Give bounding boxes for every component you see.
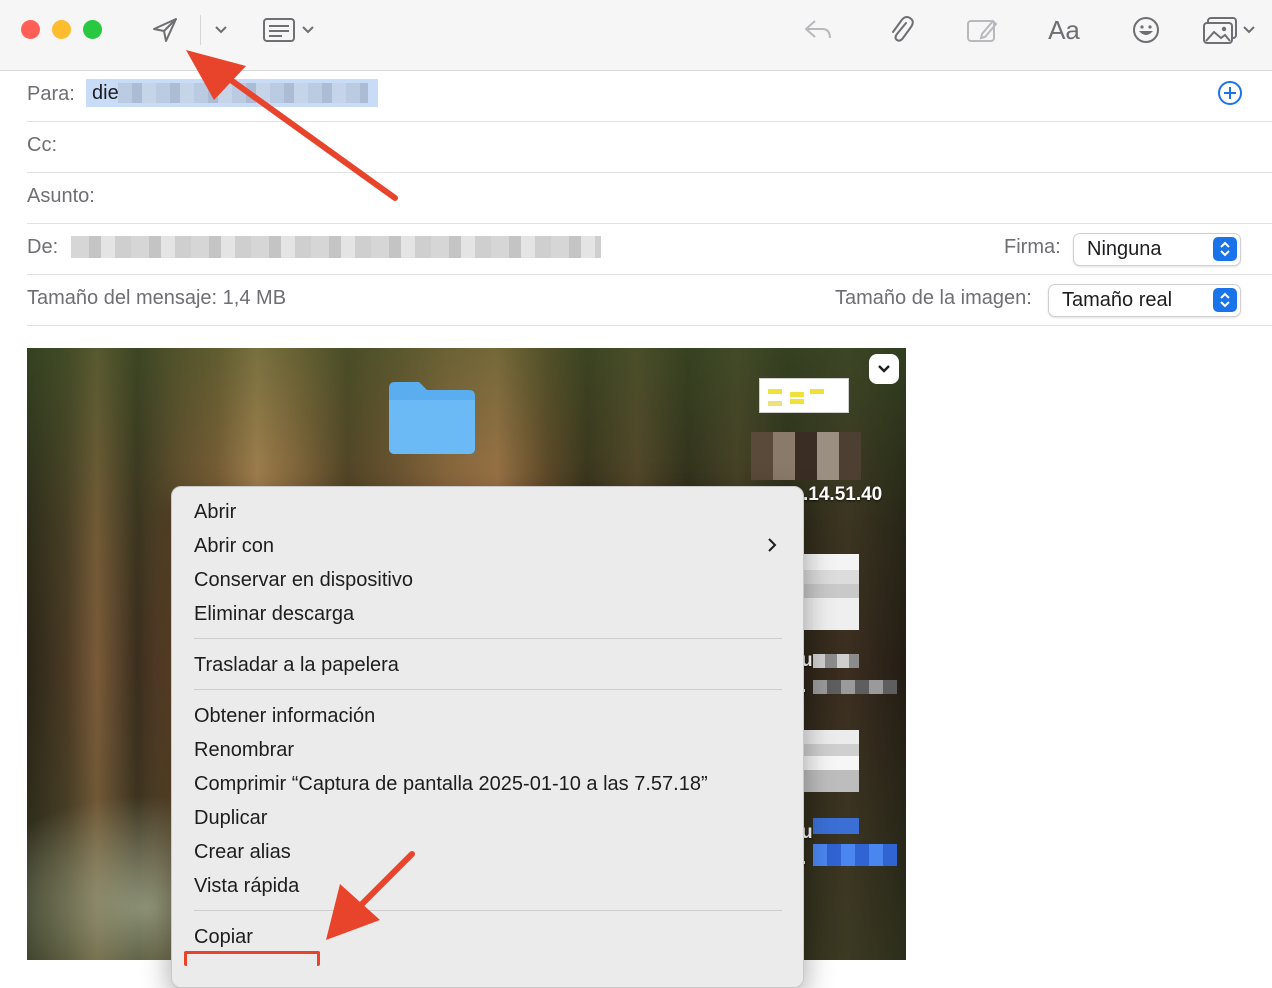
redacted-thumbnail — [803, 554, 859, 630]
redacted-email — [118, 83, 368, 103]
redacted-file-label — [751, 432, 861, 480]
menu-item-open[interactable]: Abrir — [194, 501, 236, 524]
signature-label: Firma: — [1004, 236, 1061, 258]
reply-button[interactable] — [800, 12, 836, 48]
photo-browser-button[interactable] — [1200, 12, 1258, 48]
image-size-label: Tamaño de la imagen: — [835, 287, 1032, 309]
select-stepper-icon — [1213, 237, 1237, 261]
minimize-window-button[interactable] — [52, 20, 71, 39]
emoji-icon — [1133, 17, 1159, 43]
menu-item-make-alias[interactable]: Crear alias — [194, 841, 291, 864]
recipient-text: die — [92, 82, 119, 104]
close-window-button[interactable] — [21, 20, 40, 39]
menu-separator — [194, 689, 782, 690]
header-fields-button[interactable] — [262, 12, 318, 48]
signature-select[interactable]: Ninguna — [1073, 233, 1241, 266]
desktop-file-time: .14.51.40 — [803, 484, 883, 505]
menu-item-get-info[interactable]: Obtener información — [194, 705, 375, 728]
menu-item-compress[interactable]: Comprimir “Captura de pantalla 2025-01-1… — [194, 773, 708, 796]
markup-button[interactable] — [964, 12, 1000, 48]
to-field-row: Para: die — [27, 70, 1272, 122]
markup-icon — [967, 19, 998, 42]
reply-icon — [805, 20, 831, 39]
message-size-value: 1,4 MB — [222, 287, 287, 309]
folder-icon — [389, 382, 475, 454]
send-options-button[interactable] — [210, 12, 232, 48]
from-label: De: — [27, 236, 59, 258]
context-menu: Abrir Abrir con Conservar en dispositivo… — [171, 486, 804, 988]
message-size-row: Tamaño del mensaje: 1,4 MB Tamaño de la … — [27, 274, 1272, 326]
image-size-select[interactable]: Tamaño real — [1048, 284, 1241, 317]
emoji-button[interactable] — [1128, 12, 1164, 48]
font-button[interactable]: Aa — [1044, 12, 1084, 48]
chevron-down-icon — [215, 26, 227, 34]
redacted-sender[interactable] — [71, 236, 601, 258]
menu-separator — [194, 638, 782, 639]
add-contact-icon[interactable] — [1217, 80, 1243, 106]
redacted-selected-label — [813, 844, 897, 866]
to-label: Para: — [27, 83, 75, 105]
select-stepper-icon — [1213, 288, 1237, 312]
menu-separator — [194, 910, 782, 911]
menu-item-copy[interactable]: Copiar — [194, 926, 253, 949]
menu-item-quick-look[interactable]: Vista rápida — [194, 875, 299, 898]
send-icon — [153, 18, 177, 42]
menu-item-open-with[interactable]: Abrir con — [194, 535, 274, 558]
attach-button[interactable] — [884, 12, 918, 48]
paperclip-icon — [892, 16, 914, 42]
header-fields-icon — [263, 18, 314, 42]
redacted-text — [813, 680, 897, 694]
document-thumbnail — [759, 378, 849, 413]
font-icon: Aa — [1048, 14, 1080, 45]
compose-toolbar: Aa — [0, 0, 1272, 71]
menu-item-move-to-trash[interactable]: Trasladar a la papelera — [194, 654, 399, 677]
send-button[interactable] — [146, 12, 184, 48]
chevron-down-icon — [878, 365, 890, 373]
message-size-label: Tamaño del mensaje: 1,4 MB — [27, 287, 287, 309]
subject-label: Asunto: — [27, 185, 95, 207]
photo-browser-icon — [1203, 17, 1255, 44]
redacted-selected-label — [813, 818, 859, 834]
from-field-row: De: Firma: Ninguna — [27, 223, 1272, 275]
subject-field-row[interactable]: Asunto: — [27, 172, 1272, 224]
menu-item-rename[interactable]: Renombrar — [194, 739, 294, 762]
chevron-right-icon — [768, 538, 777, 552]
signature-value: Ninguna — [1087, 238, 1162, 260]
menu-item-keep-on-device[interactable]: Conservar en dispositivo — [194, 569, 413, 592]
menu-item-remove-download[interactable]: Eliminar descarga — [194, 603, 354, 626]
redacted-text — [813, 654, 859, 668]
cc-label: Cc: — [27, 134, 57, 156]
annotation-highlight-box — [184, 951, 320, 966]
toolbar-separator — [200, 15, 201, 45]
menu-item-duplicate[interactable]: Duplicar — [194, 807, 267, 830]
zoom-window-button[interactable] — [83, 20, 102, 39]
cc-field-row[interactable]: Cc: — [27, 121, 1272, 173]
image-size-value: Tamaño real — [1062, 289, 1173, 311]
redacted-thumbnail — [803, 730, 859, 792]
image-options-button[interactable] — [869, 354, 899, 384]
recipient-token[interactable]: die — [86, 79, 378, 107]
